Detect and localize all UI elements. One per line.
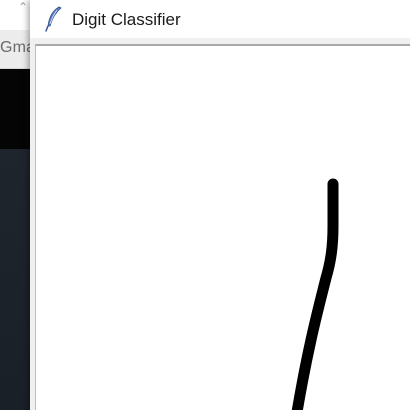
chevron-icon: ⌃	[18, 0, 29, 14]
desktop: ⌃ Gma Digit Classifier	[0, 0, 410, 410]
digit-classifier-window[interactable]: Digit Classifier	[30, 0, 410, 410]
feather-icon	[45, 6, 62, 32]
digit-stroke	[291, 178, 339, 410]
drawing-canvas[interactable]	[36, 46, 410, 410]
window-title: Digit Classifier	[72, 10, 181, 29]
drawing-canvas-frame	[35, 44, 410, 410]
window-titlebar[interactable]: Digit Classifier	[30, 0, 410, 38]
